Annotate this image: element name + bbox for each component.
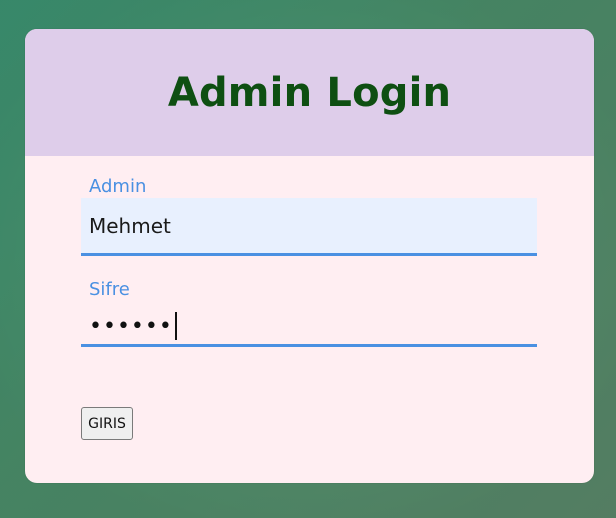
login-card: Admin Login Admin Sifre •••••• GIRIS <box>25 29 594 483</box>
password-field: Sifre •••••• <box>81 281 537 347</box>
login-button[interactable]: GIRIS <box>81 407 133 440</box>
username-input[interactable] <box>89 214 519 238</box>
username-label: Admin <box>89 176 147 197</box>
page-title: Admin Login <box>167 69 452 116</box>
username-input-wrap <box>81 198 537 256</box>
password-label: Sifre <box>89 279 130 300</box>
password-input[interactable]: •••••• <box>89 311 177 341</box>
password-value: •••••• <box>89 313 173 339</box>
username-field: Admin <box>81 178 537 256</box>
text-caret <box>174 312 177 340</box>
card-header: Admin Login <box>25 29 594 156</box>
password-input-wrap: •••••• <box>81 301 537 347</box>
